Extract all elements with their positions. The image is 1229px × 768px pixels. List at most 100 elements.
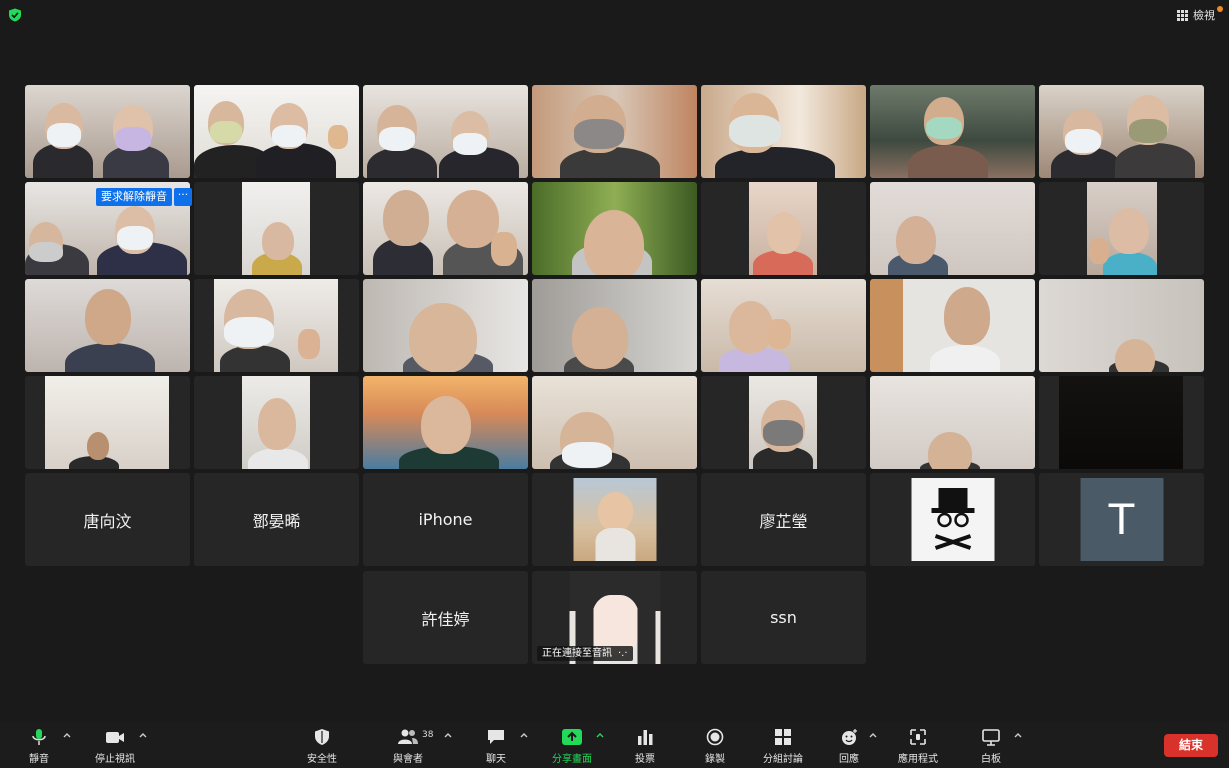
participant-video-tile[interactable] (701, 376, 866, 469)
participant-video-tile[interactable] (194, 85, 359, 178)
participant-name: ssn (770, 608, 797, 627)
stop-video-label: 停止視訊 (95, 754, 135, 765)
participant-video-tile[interactable] (1039, 85, 1204, 178)
participant-video-tile[interactable] (25, 376, 190, 469)
security-label: 安全性 (307, 754, 337, 765)
chat-button[interactable]: 聊天 (480, 728, 512, 766)
participant-video-tile[interactable] (1039, 182, 1204, 275)
participant-video-tile[interactable] (194, 182, 359, 275)
security-button[interactable]: 安全性 (304, 728, 340, 766)
participant-name-tile[interactable]: 許佳婷 (363, 571, 528, 664)
more-options-button[interactable]: ··· (174, 188, 192, 206)
whiteboard-options-caret-icon[interactable] (1014, 732, 1022, 738)
participant-name: iPhone (418, 510, 473, 529)
participant-video-tile[interactable] (25, 85, 190, 178)
participant-video-tile[interactable] (363, 85, 528, 178)
video-camera-icon (106, 732, 124, 743)
participant-video-tile[interactable] (25, 279, 190, 372)
chat-label: 聊天 (486, 754, 506, 765)
participant-video-tile[interactable] (532, 279, 697, 372)
share-screen-button[interactable]: 分享畫面 (548, 728, 596, 766)
connecting-audio-label: 正在連接至音訊 ·.· (537, 646, 633, 661)
apps-button[interactable]: 應用程式 (894, 728, 942, 766)
participant-video-tile[interactable] (363, 279, 528, 372)
connecting-audio-text: 正在連接至音訊 (542, 648, 612, 659)
polls-label: 投票 (635, 754, 655, 765)
participant-gallery: 唐向汶 鄧晏晞 iPhone 廖芷瑩 T 許佳婷 ssn (25, 85, 1204, 665)
initial-avatar: T (1080, 478, 1163, 561)
participants-icon (398, 729, 418, 744)
breakout-rooms-button[interactable]: 分組討論 (760, 728, 806, 766)
participant-avatar-tile[interactable] (870, 473, 1035, 566)
record-button[interactable]: 錄製 (700, 728, 730, 766)
audio-options-caret-icon[interactable] (63, 732, 71, 738)
participant-video-tile[interactable] (532, 182, 697, 275)
reactions-button[interactable]: 回應 (834, 728, 864, 766)
apps-icon (910, 729, 926, 745)
top-hat-logo-avatar (911, 478, 994, 561)
unmute-request-badge[interactable]: 要求解除靜音 ··· (96, 188, 192, 206)
participant-video-tile[interactable] (701, 279, 866, 372)
participants-label: 與會者 (393, 754, 423, 765)
participant-video-tile[interactable] (194, 376, 359, 469)
mute-label: 靜音 (29, 754, 49, 765)
bar-chart-icon (638, 730, 653, 745)
breakout-rooms-icon (775, 729, 791, 745)
notification-dot (1217, 6, 1223, 12)
participant-video-tile[interactable] (870, 376, 1035, 469)
participant-video-tile[interactable] (363, 182, 528, 275)
participant-count: 38 (422, 730, 434, 740)
participant-name: 許佳婷 (421, 609, 470, 629)
participants-options-caret-icon[interactable] (444, 732, 452, 738)
chat-options-caret-icon[interactable] (520, 732, 528, 738)
participant-name-tile[interactable]: iPhone (363, 473, 528, 566)
shield-icon (315, 729, 329, 745)
participant-video-tile[interactable] (1039, 376, 1204, 469)
participant-name: 鄧晏晞 (252, 511, 301, 531)
participant-video-tile[interactable] (532, 376, 697, 469)
participant-name: 廖芷瑩 (759, 511, 808, 531)
participant-video-tile[interactable] (1039, 279, 1204, 372)
share-options-caret-icon[interactable] (596, 732, 604, 738)
participant-avatar-tile[interactable] (532, 473, 697, 566)
breakout-rooms-label: 分組討論 (763, 754, 803, 765)
avatar-initial: T (1108, 495, 1135, 544)
reactions-label: 回應 (839, 754, 859, 765)
participant-video-tile[interactable] (870, 279, 1035, 372)
reactions-options-caret-icon[interactable] (869, 732, 877, 738)
unmute-request-label[interactable]: 要求解除靜音 (96, 188, 172, 206)
participant-video-tile[interactable] (870, 182, 1035, 275)
whiteboard-button[interactable]: 白板 (976, 728, 1006, 766)
participant-video-tile[interactable] (532, 85, 697, 178)
apps-label: 應用程式 (898, 754, 938, 765)
participant-video-tile[interactable] (701, 182, 866, 275)
record-label: 錄製 (705, 754, 725, 765)
connecting-dots: ·.· (618, 648, 628, 659)
meeting-controls-toolbar: 靜音 停止視訊 安全性 與會者 38 聊天 分享畫面 投票 錄製 分組討論 回應… (0, 722, 1229, 768)
stop-video-button[interactable]: 停止視訊 (92, 728, 138, 766)
participant-video-tile[interactable] (363, 376, 528, 469)
participant-name-tile[interactable]: ssn (701, 571, 866, 664)
view-label: 檢視 (1193, 9, 1215, 22)
participant-name-tile[interactable]: 廖芷瑩 (701, 473, 866, 566)
microphone-icon (32, 729, 46, 745)
participant-video-tile[interactable] (701, 85, 866, 178)
participants-button[interactable]: 與會者 (390, 728, 426, 766)
participant-name: 唐向汶 (83, 511, 132, 531)
video-options-caret-icon[interactable] (139, 732, 147, 738)
participant-name-tile[interactable]: 唐向汶 (25, 473, 190, 566)
view-button[interactable]: 檢視 (1177, 7, 1215, 23)
security-shield-icon (9, 8, 21, 22)
share-screen-label: 分享畫面 (552, 754, 592, 765)
participant-video-tile-active-speaker[interactable] (870, 85, 1035, 178)
participant-avatar-tile[interactable]: T (1039, 473, 1204, 566)
child-photo-avatar (573, 478, 656, 561)
end-meeting-button[interactable]: 結束 (1164, 734, 1218, 757)
mute-button[interactable]: 靜音 (24, 728, 54, 766)
whiteboard-icon (982, 729, 1000, 746)
participant-video-tile[interactable] (194, 279, 359, 372)
record-icon (706, 728, 724, 746)
participant-name-tile[interactable]: 鄧晏晞 (194, 473, 359, 566)
whiteboard-label: 白板 (981, 754, 1001, 765)
polls-button[interactable]: 投票 (630, 728, 660, 766)
